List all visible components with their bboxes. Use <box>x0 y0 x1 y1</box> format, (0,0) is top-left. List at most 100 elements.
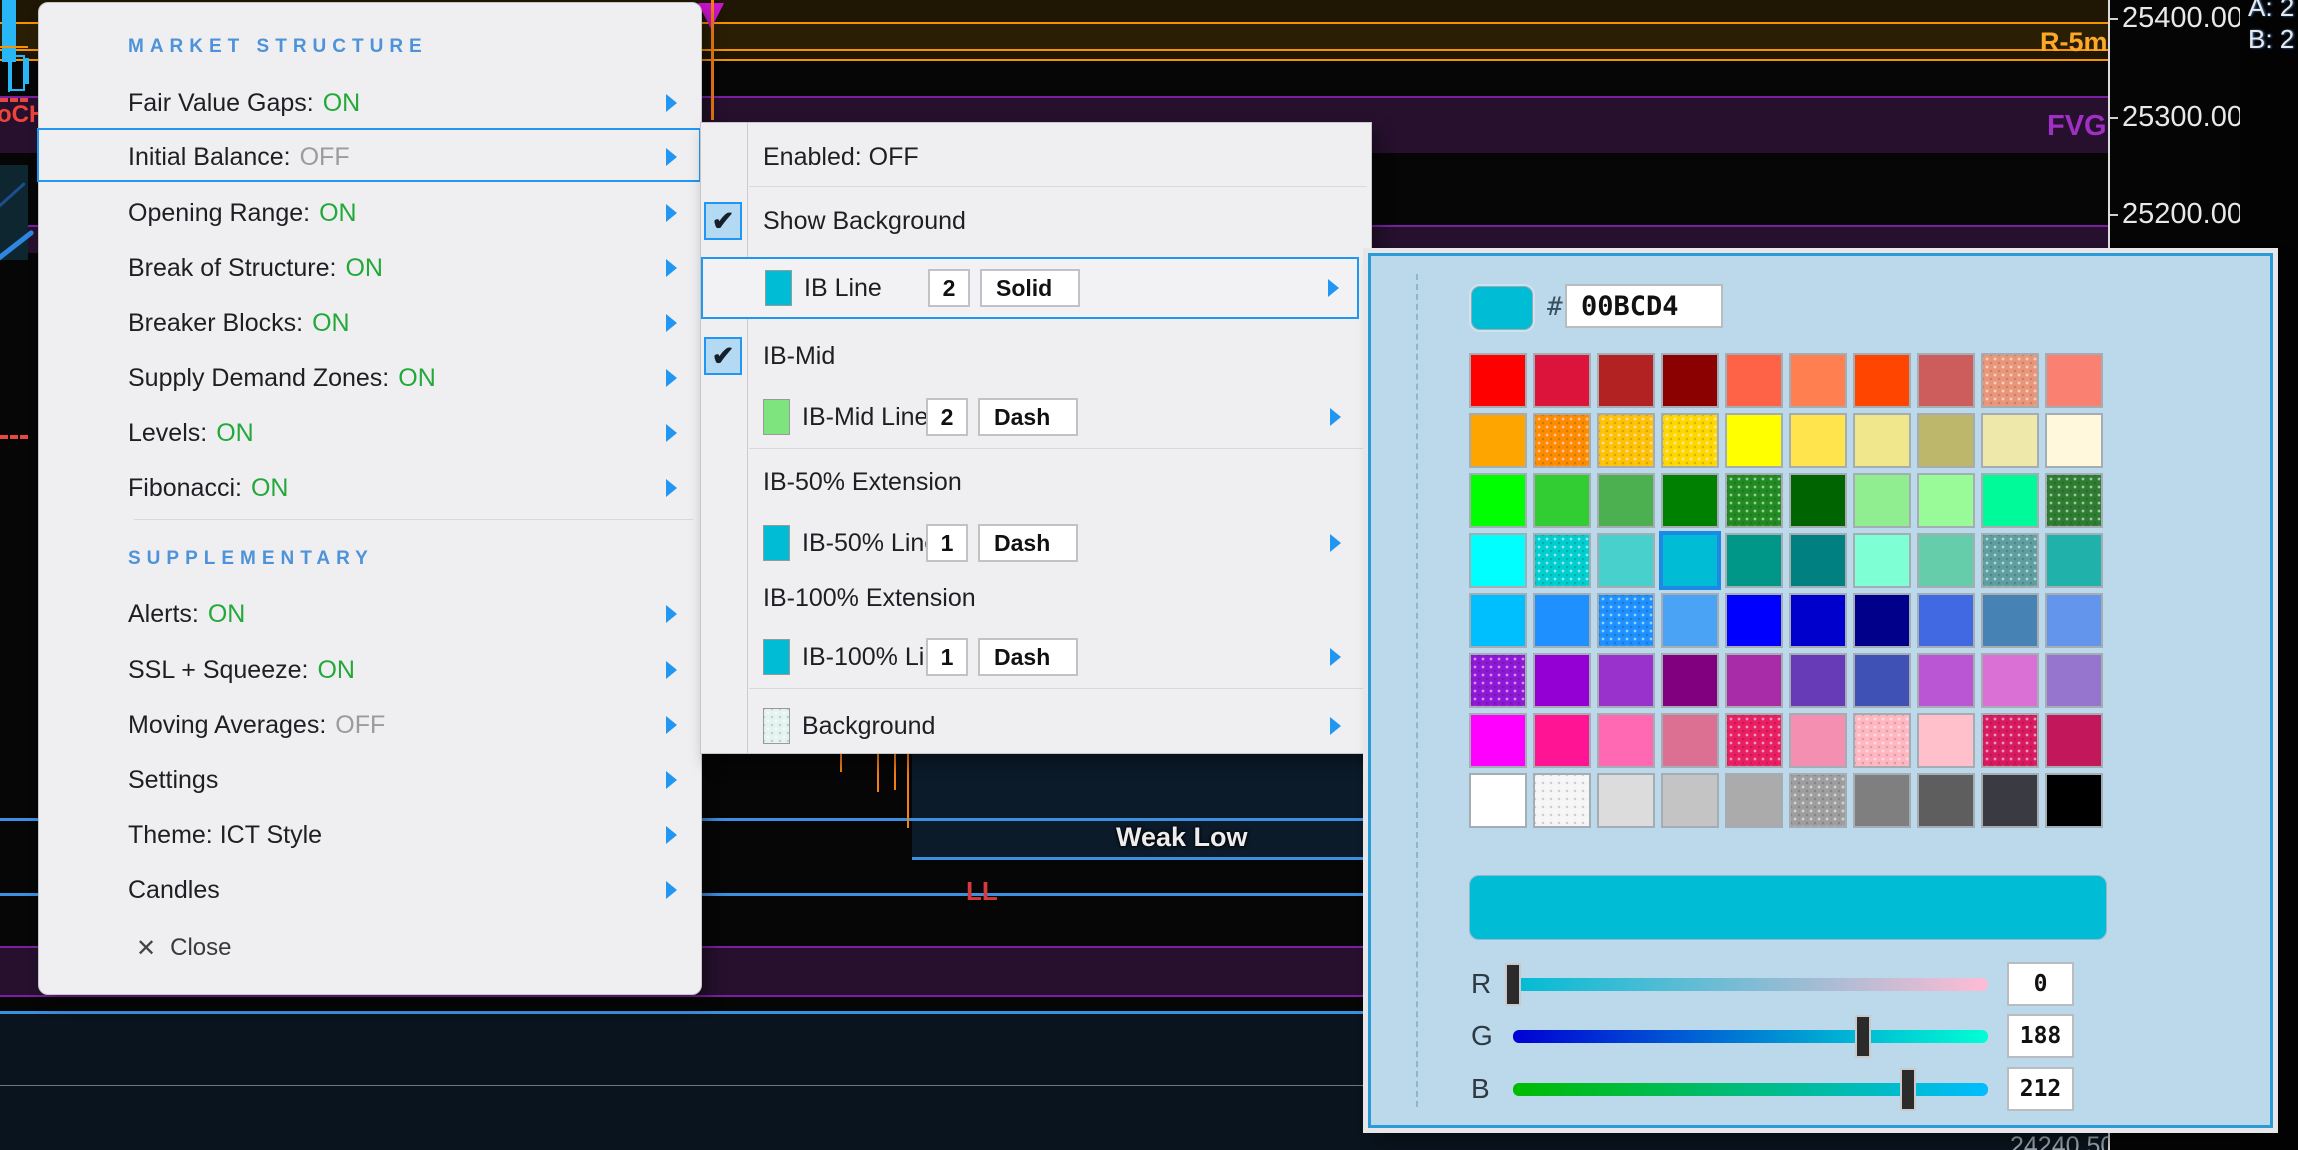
blue-value-box[interactable]: 212 <box>2007 1067 2074 1111</box>
color-swatch[interactable] <box>1597 533 1655 588</box>
color-swatch[interactable] <box>1917 593 1975 648</box>
ib100-line-width-input[interactable]: 1 <box>926 638 968 676</box>
color-swatch[interactable] <box>1533 413 1591 468</box>
color-swatch[interactable] <box>1981 653 2039 708</box>
color-swatch[interactable] <box>1789 533 1847 588</box>
color-swatch[interactable] <box>1597 653 1655 708</box>
color-swatch[interactable] <box>1789 473 1847 528</box>
color-swatch[interactable] <box>1533 593 1591 648</box>
submenu-item-enabled[interactable]: Enabled: OFF <box>701 130 1371 184</box>
color-swatch[interactable] <box>1917 773 1975 828</box>
ib-mid-line-style-dropdown[interactable]: Dash <box>978 398 1078 436</box>
color-swatch[interactable] <box>1789 653 1847 708</box>
color-swatch[interactable] <box>1469 473 1527 528</box>
color-swatch[interactable] <box>1533 713 1591 768</box>
color-swatch[interactable] <box>1981 713 2039 768</box>
color-swatch[interactable] <box>1789 593 1847 648</box>
color-swatch[interactable] <box>1661 773 1719 828</box>
color-swatch[interactable] <box>2045 713 2103 768</box>
background-color-swatch[interactable] <box>763 708 790 744</box>
green-slider-thumb[interactable] <box>1855 1015 1871 1058</box>
red-slider[interactable] <box>1513 978 1988 991</box>
menu-item-break-of-structure[interactable]: Break of Structure: ON <box>39 241 701 295</box>
color-swatch[interactable] <box>1853 533 1911 588</box>
green-slider[interactable] <box>1513 1030 1988 1043</box>
color-swatch[interactable] <box>1853 713 1911 768</box>
color-swatch[interactable] <box>1597 413 1655 468</box>
color-swatch[interactable] <box>1853 353 1911 408</box>
color-swatch[interactable] <box>2045 473 2103 528</box>
color-swatch[interactable] <box>1981 773 2039 828</box>
color-swatch[interactable] <box>1597 473 1655 528</box>
color-swatch[interactable] <box>1469 593 1527 648</box>
color-swatch[interactable] <box>1597 773 1655 828</box>
menu-item-fibonacci[interactable]: Fibonacci: ON <box>39 461 701 515</box>
color-swatch[interactable] <box>1853 773 1911 828</box>
color-swatch[interactable] <box>1789 353 1847 408</box>
color-swatch[interactable] <box>1981 353 2039 408</box>
color-swatch[interactable] <box>1533 773 1591 828</box>
color-swatch[interactable] <box>1661 353 1719 408</box>
color-swatch[interactable] <box>1789 773 1847 828</box>
red-value-box[interactable]: 0 <box>2007 962 2074 1006</box>
menu-item-moving-averages[interactable]: Moving Averages: OFF <box>39 698 701 752</box>
color-swatch[interactable] <box>1917 713 1975 768</box>
ib50-line-color-swatch[interactable] <box>763 525 790 561</box>
color-swatch[interactable] <box>1917 653 1975 708</box>
color-swatch[interactable] <box>1661 653 1719 708</box>
menu-item-fair-value-gaps[interactable]: Fair Value Gaps: ON <box>39 76 701 130</box>
ib-mid-line-width-input[interactable]: 2 <box>926 398 968 436</box>
submenu-item-ib50-line[interactable]: IB-50% Line 1 Dash <box>701 512 1359 574</box>
color-swatch[interactable] <box>1469 413 1527 468</box>
color-swatch[interactable] <box>1917 473 1975 528</box>
ib100-line-style-dropdown[interactable]: Dash <box>978 638 1078 676</box>
green-value-box[interactable]: 188 <box>2007 1014 2074 1058</box>
submenu-item-ib-mid[interactable]: IB-Mid <box>701 329 1371 383</box>
color-swatch[interactable] <box>1981 533 2039 588</box>
color-swatch[interactable] <box>1725 713 1783 768</box>
color-swatch[interactable] <box>1725 653 1783 708</box>
color-swatch[interactable] <box>1789 413 1847 468</box>
color-swatch[interactable] <box>1661 593 1719 648</box>
submenu-item-ib-line[interactable]: IB Line 2 Solid <box>701 257 1359 319</box>
color-swatch[interactable] <box>2045 773 2103 828</box>
color-swatch[interactable] <box>1725 593 1783 648</box>
color-swatch[interactable] <box>2045 413 2103 468</box>
color-swatch[interactable] <box>1853 413 1911 468</box>
ib50-line-style-dropdown[interactable]: Dash <box>978 524 1078 562</box>
color-swatch[interactable] <box>1789 713 1847 768</box>
menu-item-alerts[interactable]: Alerts: ON <box>39 587 701 641</box>
submenu-item-background[interactable]: Background <box>701 695 1359 757</box>
color-swatch[interactable] <box>2045 353 2103 408</box>
submenu-item-ib100-line[interactable]: IB-100% Line 1 Dash <box>701 626 1359 688</box>
ib-line-width-input[interactable]: 2 <box>928 269 970 307</box>
menu-item-levels[interactable]: Levels: ON <box>39 406 701 460</box>
color-swatch[interactable] <box>1597 353 1655 408</box>
menu-item-candles[interactable]: Candles <box>39 863 701 917</box>
color-swatch[interactable] <box>1853 473 1911 528</box>
color-swatch[interactable] <box>1469 353 1527 408</box>
color-swatch[interactable] <box>1597 593 1655 648</box>
color-swatch[interactable] <box>1661 473 1719 528</box>
color-swatch[interactable] <box>1533 653 1591 708</box>
color-swatch[interactable] <box>1533 533 1591 588</box>
color-swatch[interactable] <box>1661 713 1719 768</box>
color-swatch[interactable] <box>1917 353 1975 408</box>
menu-item-settings[interactable]: Settings <box>39 753 701 807</box>
color-swatch[interactable] <box>1917 533 1975 588</box>
color-swatch[interactable] <box>1725 533 1783 588</box>
color-swatch[interactable] <box>1533 353 1591 408</box>
color-swatch[interactable] <box>1725 353 1783 408</box>
color-swatch[interactable] <box>2045 653 2103 708</box>
color-swatch[interactable] <box>2045 533 2103 588</box>
color-swatch[interactable] <box>1533 473 1591 528</box>
color-swatch[interactable] <box>1469 653 1527 708</box>
ib50-line-width-input[interactable]: 1 <box>926 524 968 562</box>
color-swatch[interactable] <box>1853 653 1911 708</box>
color-swatch[interactable] <box>1853 593 1911 648</box>
menu-item-opening-range[interactable]: Opening Range: ON <box>39 186 701 240</box>
ib-mid-line-color-swatch[interactable] <box>763 399 790 435</box>
color-swatch[interactable] <box>1981 473 2039 528</box>
color-swatch[interactable] <box>1725 773 1783 828</box>
menu-item-supply-demand-zones[interactable]: Supply Demand Zones: ON <box>39 351 701 405</box>
